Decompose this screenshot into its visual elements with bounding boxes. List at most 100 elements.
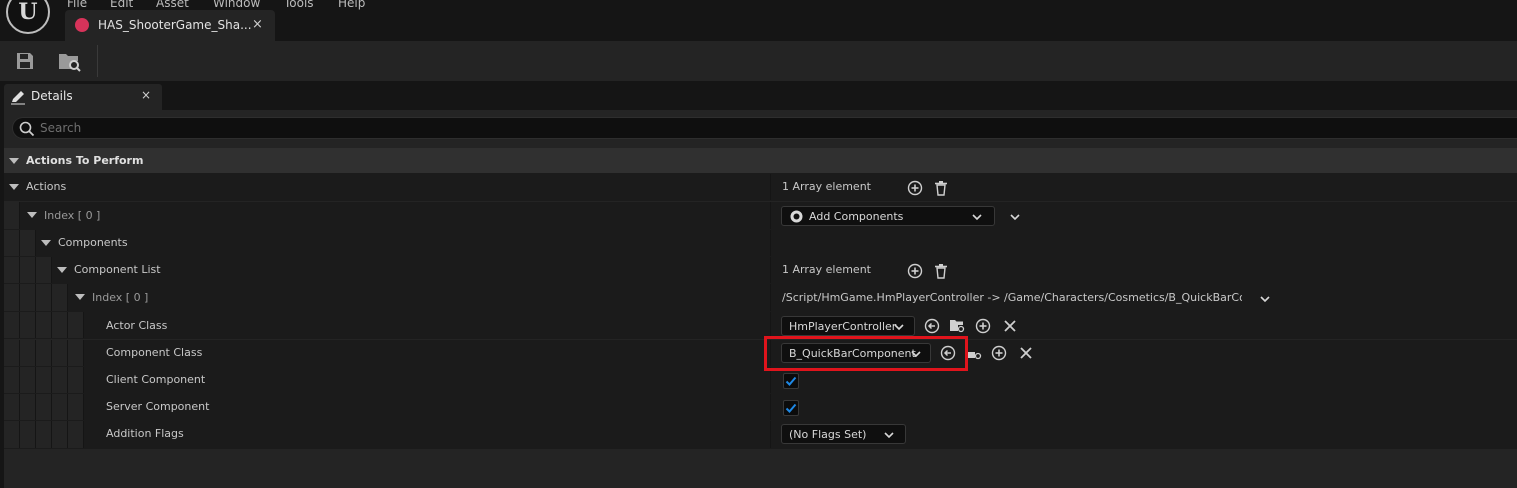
menu-tools[interactable]: Tools	[284, 0, 314, 10]
indent-bar	[4, 257, 20, 283]
details-panel: Actions To Perform Actions 1 Array eleme…	[4, 110, 1517, 488]
browse-to-asset-icon[interactable]	[58, 51, 82, 73]
search-box[interactable]	[12, 117, 1517, 139]
details-tab-label: Details	[31, 89, 73, 103]
indent-bar	[4, 340, 20, 366]
indent-bar	[52, 340, 68, 366]
search-input[interactable]	[40, 119, 1500, 137]
menu-file[interactable]: File	[67, 0, 87, 10]
value-cell	[770, 230, 1517, 256]
expand-arrow-icon[interactable]	[57, 267, 67, 273]
action-type-combo[interactable]: Add Components	[781, 206, 995, 226]
expand-arrow-icon[interactable]	[9, 158, 19, 164]
row-addition-flags: Addition Flags (No Flags Set)	[4, 421, 1517, 449]
row-client-component: Client Component	[4, 367, 1517, 394]
property-label: Component List	[74, 263, 161, 276]
indent-bar	[68, 421, 84, 448]
indent-bar	[52, 284, 68, 311]
indent-bar	[20, 284, 36, 311]
value-cell: (No Flags Set)	[770, 421, 1517, 448]
indent-bar	[68, 340, 84, 366]
menu-help[interactable]: Help	[338, 0, 365, 10]
asset-tab-close-icon[interactable]: ×	[252, 17, 263, 32]
name-cell: Actions To Perform	[4, 148, 769, 173]
addition-flags-combo[interactable]: (No Flags Set)	[781, 424, 906, 444]
name-cell: Index [ 0 ]	[4, 202, 769, 229]
indent-bar	[68, 312, 84, 338]
name-cell: Components	[4, 230, 769, 256]
expand-arrow-icon[interactable]	[41, 240, 51, 246]
value-cell: 1 Array element	[770, 174, 1517, 200]
combo-label: Add Components	[809, 210, 904, 223]
name-cell: Actions	[4, 174, 769, 200]
indent-bar	[36, 394, 52, 420]
indent-bar	[52, 312, 68, 338]
row-index-0-inner: Index [ 0 ] /Script/HmGame.HmPlayerContr…	[4, 284, 1517, 312]
value-cell: /Script/HmGame.HmPlayerController -> /Ga…	[770, 284, 1517, 311]
clear-icon[interactable]	[1002, 318, 1018, 334]
save-icon[interactable]	[15, 51, 35, 71]
details-tab-close-icon[interactable]: ×	[141, 88, 151, 102]
name-cell: Client Component	[4, 367, 769, 393]
expand-arrow-icon[interactable]	[27, 212, 37, 218]
title-bar: U File Edit Asset Window Tools Help HAS_…	[0, 0, 1517, 41]
add-icon[interactable]	[991, 345, 1007, 361]
trash-icon[interactable]	[933, 180, 949, 196]
menu-window[interactable]: Window	[213, 0, 260, 10]
indent-bar	[20, 312, 36, 338]
property-label: Addition Flags	[106, 427, 184, 440]
menu-asset[interactable]: Asset	[156, 0, 189, 10]
details-tab[interactable]: Details ×	[4, 84, 162, 110]
components-icon	[790, 210, 803, 223]
indent-bar	[4, 394, 20, 420]
add-element-icon[interactable]	[907, 263, 923, 279]
indent-bar	[20, 257, 36, 283]
highlight-annotation	[764, 336, 968, 371]
array-count: 1 Array element	[782, 263, 871, 276]
indent-bar	[52, 394, 68, 420]
value-cell: Add Components	[770, 202, 1517, 229]
chevron-down-icon[interactable]	[1010, 212, 1020, 222]
add-element-icon[interactable]	[907, 180, 923, 196]
actor-class-combo[interactable]: HmPlayerController	[781, 316, 915, 336]
asset-tab[interactable]: HAS_ShooterGame_Sha... ×	[65, 10, 275, 41]
indent-bar	[36, 421, 52, 448]
category-label: Actions To Perform	[26, 154, 144, 167]
clear-icon[interactable]	[1018, 345, 1034, 361]
name-cell: Server Component	[4, 394, 769, 420]
indent-bar	[36, 340, 52, 366]
chevron-down-icon[interactable]	[1260, 294, 1270, 304]
indent-bar	[4, 421, 20, 448]
pencil-icon	[11, 91, 25, 105]
property-label: Server Component	[106, 400, 210, 413]
indent-bar	[52, 367, 68, 393]
property-label: Actor Class	[106, 319, 168, 332]
row-actions: Actions 1 Array element	[4, 174, 1517, 201]
row-component-class: Component Class B_QuickBarComponent	[4, 340, 1517, 367]
browse-icon[interactable]	[949, 318, 965, 334]
indent-bar	[4, 312, 20, 338]
server-component-checkbox[interactable]	[783, 400, 799, 416]
indent-bar	[36, 367, 52, 393]
category-actions-to-perform[interactable]: Actions To Perform	[4, 148, 1517, 174]
toolbar	[0, 41, 1517, 81]
browse-icon[interactable]	[966, 345, 982, 361]
checkmark-icon	[785, 403, 797, 413]
trash-icon[interactable]	[933, 263, 949, 279]
add-icon[interactable]	[975, 318, 991, 334]
unreal-logo-icon[interactable]: U	[6, 0, 50, 34]
expand-arrow-icon[interactable]	[75, 294, 85, 300]
expand-arrow-icon[interactable]	[9, 184, 19, 190]
property-label: Component Class	[106, 346, 203, 359]
indent-bar	[52, 421, 68, 448]
name-cell: Component Class	[4, 340, 769, 366]
property-label: Index [ 0 ]	[44, 209, 101, 222]
row-component-list: Component List 1 Array element	[4, 257, 1517, 284]
checkmark-icon	[785, 376, 797, 386]
property-label: Actions	[26, 180, 67, 193]
menu-edit[interactable]: Edit	[110, 0, 133, 10]
combo-label: HmPlayerController	[789, 320, 897, 333]
indent-bar	[36, 312, 52, 338]
use-selected-icon[interactable]	[924, 318, 940, 334]
client-component-checkbox[interactable]	[783, 373, 799, 389]
